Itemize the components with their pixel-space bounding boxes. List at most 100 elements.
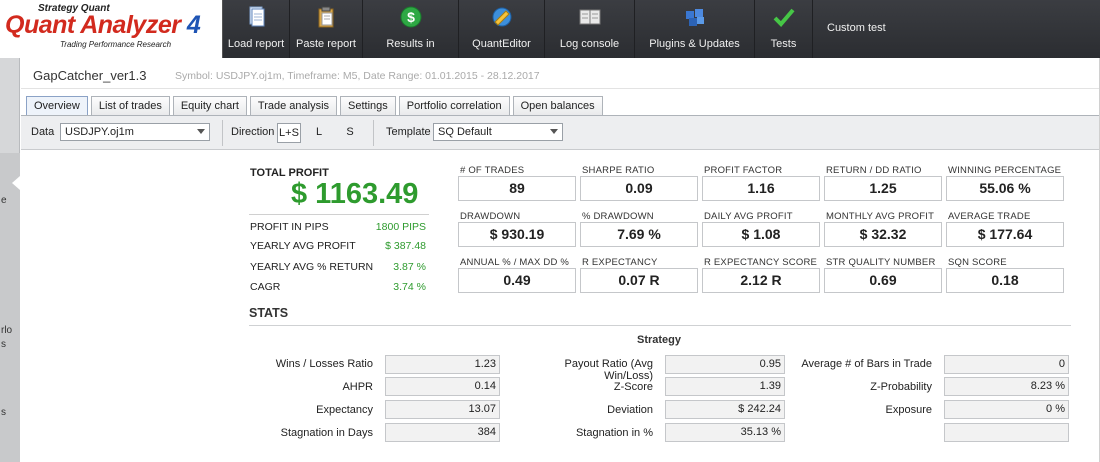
summary-row: CAGR 3.74 % bbox=[250, 281, 426, 297]
metric-label: STR QUALITY NUMBER bbox=[826, 257, 936, 268]
metric-value: 0.49 bbox=[458, 268, 576, 293]
tab-equity-chart[interactable]: Equity chart bbox=[172, 96, 247, 115]
metric-card: DAILY AVG PROFIT $ 1.08 bbox=[702, 211, 820, 249]
quant-editor-button[interactable]: QuantEditor bbox=[459, 0, 545, 58]
report-title: GapCatcher_ver1.3 bbox=[33, 68, 147, 83]
stat-label: Wins / Losses Ratio bbox=[275, 358, 373, 370]
stat-value: 35.13 % bbox=[665, 423, 785, 442]
tests-label: Tests bbox=[770, 38, 797, 50]
tab-trade-analysis[interactable]: Trade analysis bbox=[249, 96, 338, 115]
stats-heading: STATS bbox=[249, 306, 289, 320]
tests-button[interactable]: Tests bbox=[755, 0, 813, 58]
direction-both-button[interactable]: L+S bbox=[277, 123, 301, 143]
stats-divider bbox=[249, 325, 1071, 326]
stat-label: Stagnation in Days bbox=[280, 427, 373, 439]
metric-value: 7.69 % bbox=[580, 222, 698, 247]
paste-report-button[interactable]: Paste report bbox=[290, 0, 363, 58]
template-select-value: SQ Default bbox=[438, 126, 492, 138]
summary-row-label: YEARLY AVG % RETURN bbox=[250, 261, 374, 273]
svg-text:$: $ bbox=[407, 9, 415, 25]
stat-label: Stagnation in % bbox=[575, 427, 653, 439]
metric-label: RETURN / DD RATIO bbox=[826, 165, 922, 176]
rail-text-1: e bbox=[1, 195, 7, 206]
stat-label: Expectancy bbox=[316, 404, 373, 416]
paste-report-label: Paste report bbox=[296, 38, 356, 50]
summary-row: YEARLY AVG % RETURN 3.87 % bbox=[250, 261, 426, 277]
tab-portfolio-correlation[interactable]: Portfolio correlation bbox=[398, 96, 510, 115]
data-select[interactable]: USDJPY.oj1m bbox=[60, 123, 210, 141]
stat-label: Exposure bbox=[885, 404, 932, 416]
metric-card: RETURN / DD RATIO 1.25 bbox=[824, 165, 942, 203]
chevron-down-icon bbox=[550, 129, 558, 134]
stat-label: Payout Ratio (Avg Win/Loss) bbox=[564, 358, 653, 382]
metric-card: MONTHLY AVG PROFIT $ 32.32 bbox=[824, 211, 942, 249]
summary-row-value: 3.87 % bbox=[393, 261, 426, 273]
title-divider bbox=[21, 88, 1100, 89]
metric-value: 0.18 bbox=[946, 268, 1064, 293]
document-icon bbox=[249, 6, 265, 27]
filter-bar: Data USDJPY.oj1m Direction L+S L S Templ… bbox=[21, 116, 1100, 150]
metric-label: SQN SCORE bbox=[948, 257, 1007, 268]
quant-editor-label: QuantEditor bbox=[472, 38, 531, 50]
metric-label: ANNUAL % / MAX DD % bbox=[460, 257, 570, 268]
puzzle-icon bbox=[685, 9, 704, 26]
metric-value: $ 930.19 bbox=[458, 222, 576, 247]
metric-card: DRAWDOWN $ 930.19 bbox=[458, 211, 576, 249]
load-report-button[interactable]: Load report bbox=[223, 0, 290, 58]
summary-row-label: PROFIT IN PIPS bbox=[250, 221, 329, 233]
metric-card: SQN SCORE 0.18 bbox=[946, 257, 1064, 295]
plugins-updates-button[interactable]: Plugins & Updates bbox=[635, 0, 755, 58]
results-in-button[interactable]: $ Results in bbox=[363, 0, 459, 58]
metric-card: WINNING PERCENTAGE 55.06 % bbox=[946, 165, 1064, 203]
metric-card: # OF TRADES 89 bbox=[458, 165, 576, 203]
log-console-button[interactable]: Log console bbox=[545, 0, 635, 58]
rail-text-3: s bbox=[1, 339, 6, 350]
collapse-arrow-icon[interactable] bbox=[12, 176, 20, 190]
summary-row-value: $ 387.48 bbox=[385, 240, 426, 252]
summary-row: YEARLY AVG PROFIT $ 387.48 bbox=[250, 240, 426, 256]
top-toolbar: Strategy Quant Quant Analyzer 4 Trading … bbox=[0, 0, 1100, 58]
stat-value: 1.23 bbox=[385, 355, 500, 374]
metric-value: 1.16 bbox=[702, 176, 820, 201]
custom-test-button[interactable]: Custom test bbox=[813, 0, 886, 58]
summary-row: PROFIT IN PIPS 1800 PIPS bbox=[250, 221, 426, 237]
metric-card: PROFIT FACTOR 1.16 bbox=[702, 165, 820, 203]
checkmark-icon bbox=[773, 8, 795, 27]
summary-row-value: 1800 PIPS bbox=[375, 221, 426, 233]
metric-card: R EXPECTANCY 0.07 R bbox=[580, 257, 698, 295]
metric-label: % DRAWDOWN bbox=[582, 211, 654, 222]
tab-settings[interactable]: Settings bbox=[340, 96, 396, 115]
metric-label: WINNING PERCENTAGE bbox=[948, 165, 1062, 176]
stat-value bbox=[944, 423, 1069, 442]
tab-overview[interactable]: Overview bbox=[26, 96, 88, 115]
metric-card: ANNUAL % / MAX DD % 0.49 bbox=[458, 257, 576, 295]
metric-card: STR QUALITY NUMBER 0.69 bbox=[824, 257, 942, 295]
load-report-label: Load report bbox=[227, 38, 285, 50]
stat-value: 8.23 % bbox=[944, 377, 1069, 396]
metric-card: SHARPE RATIO 0.09 bbox=[580, 165, 698, 203]
stat-label: AHPR bbox=[342, 381, 373, 393]
metric-label: # OF TRADES bbox=[460, 165, 525, 176]
direction-long-button[interactable]: L bbox=[307, 123, 331, 143]
log-console-label: Log console bbox=[559, 38, 620, 50]
tab-open-balances[interactable]: Open balances bbox=[512, 96, 603, 115]
book-icon bbox=[579, 9, 600, 25]
tab-list-of-trades[interactable]: List of trades bbox=[90, 96, 170, 115]
app-logo: Strategy Quant Quant Analyzer 4 Trading … bbox=[0, 0, 223, 58]
stat-label: Deviation bbox=[607, 404, 653, 416]
clipboard-icon bbox=[318, 6, 334, 28]
data-select-value: USDJPY.oj1m bbox=[65, 126, 134, 138]
metric-value: 0.69 bbox=[824, 268, 942, 293]
total-profit-value: $ 1163.49 bbox=[291, 178, 419, 210]
metric-label: DAILY AVG PROFIT bbox=[704, 211, 793, 222]
report-meta: Symbol: USDJPY.oj1m, Timeframe: M5, Date… bbox=[175, 70, 540, 82]
metric-label: R EXPECTANCY bbox=[582, 257, 658, 268]
direction-short-button[interactable]: S bbox=[338, 123, 362, 143]
metric-card: AVERAGE TRADE $ 177.64 bbox=[946, 211, 1064, 249]
metric-label: AVERAGE TRADE bbox=[948, 211, 1031, 222]
template-select[interactable]: SQ Default bbox=[433, 123, 563, 141]
chevron-down-icon bbox=[197, 129, 205, 134]
stat-value: $ 242.24 bbox=[665, 400, 785, 419]
summary-row-value: 3.74 % bbox=[393, 281, 426, 293]
stat-value: 1.39 bbox=[665, 377, 785, 396]
